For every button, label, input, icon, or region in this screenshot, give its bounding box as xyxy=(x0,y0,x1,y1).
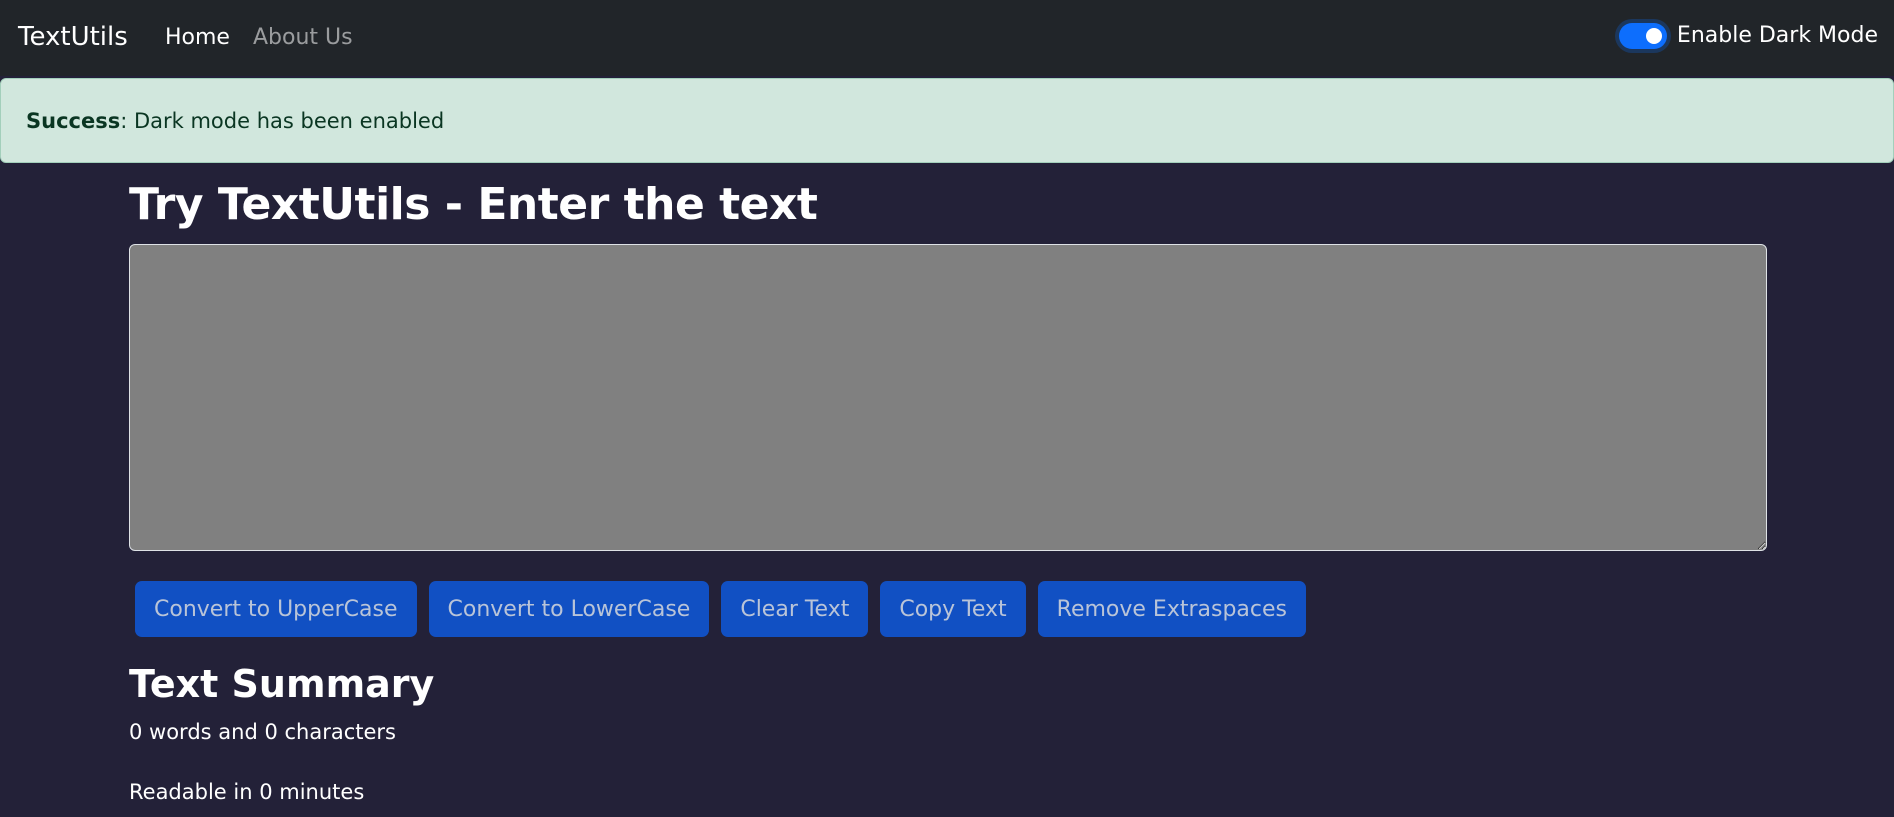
navbar: TextUtils Home About Us Enable Dark Mode xyxy=(0,0,1894,76)
action-buttons: Convert to UpperCase Convert to LowerCas… xyxy=(129,581,1767,637)
read-time: Readable in 0 minutes xyxy=(129,780,365,804)
dark-mode-label[interactable]: Enable Dark Mode xyxy=(1677,18,1878,54)
alert-type: Success xyxy=(26,109,121,133)
summary-title: Text Summary xyxy=(129,662,435,706)
remove-extraspaces-button[interactable]: Remove Extraspaces xyxy=(1037,581,1307,637)
toggle-switch-icon[interactable] xyxy=(1618,23,1667,49)
word-char-count: 0 words and 0 characters xyxy=(129,720,396,744)
main-container: Try TextUtils - Enter the text Convert t… xyxy=(129,170,1767,807)
success-alert: Success: Dark mode has been enabled xyxy=(0,78,1894,163)
text-input[interactable] xyxy=(129,244,1767,551)
toggle-knob xyxy=(1645,28,1662,44)
alert-message: : Dark mode has been enabled xyxy=(120,109,445,133)
nav-about-link[interactable]: About Us xyxy=(253,23,353,53)
dark-mode-toggle[interactable]: Enable Dark Mode xyxy=(1618,18,1878,54)
clear-text-button[interactable]: Clear Text xyxy=(721,581,869,637)
lowercase-button[interactable]: Convert to LowerCase xyxy=(428,581,710,637)
page-title: Try TextUtils - Enter the text xyxy=(129,179,818,230)
uppercase-button[interactable]: Convert to UpperCase xyxy=(135,581,417,637)
nav-home-link[interactable]: Home xyxy=(165,23,230,53)
copy-text-button[interactable]: Copy Text xyxy=(880,581,1026,637)
brand-logo[interactable]: TextUtils xyxy=(18,20,128,54)
